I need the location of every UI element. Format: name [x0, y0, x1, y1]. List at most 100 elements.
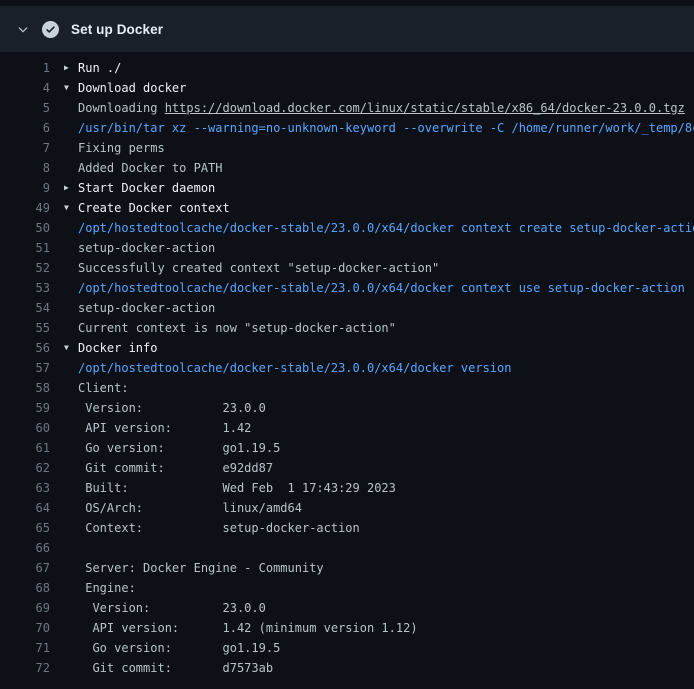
line-number[interactable]: 50: [0, 218, 50, 238]
line-number[interactable]: 67: [0, 558, 50, 578]
check-circle-icon: [42, 21, 59, 38]
log-line: 62 Git commit: e92dd87: [0, 458, 694, 478]
line-number[interactable]: 54: [0, 298, 50, 318]
gutter: [50, 598, 78, 618]
log-link[interactable]: https://download.docker.com/linux/static…: [165, 101, 685, 115]
log-line: 8 Added Docker to PATH: [0, 158, 694, 178]
gutter: [50, 558, 78, 578]
line-number[interactable]: 57: [0, 358, 50, 378]
log-line: 63 Built: Wed Feb 1 17:43:29 2023: [0, 478, 694, 498]
line-number[interactable]: 52: [0, 258, 50, 278]
gutter: [50, 258, 78, 278]
command-text: /usr/bin/tar xz --warning=no-unknown-key…: [78, 118, 694, 138]
line-number[interactable]: 64: [0, 498, 50, 518]
log-text: Client:: [78, 378, 129, 398]
log-line: 58 Client:: [0, 378, 694, 398]
gutter: [50, 278, 78, 298]
line-number[interactable]: 5: [0, 98, 50, 118]
log-line: 50/opt/hostedtoolcache/docker-stable/23.…: [0, 218, 694, 238]
line-number[interactable]: 8: [0, 158, 50, 178]
log-text: Server: Docker Engine - Community: [78, 558, 324, 578]
gutter: [50, 398, 78, 418]
command-text: /opt/hostedtoolcache/docker-stable/23.0.…: [78, 218, 694, 238]
line-number[interactable]: 56: [0, 338, 50, 358]
log-text: Context: setup-docker-action: [78, 518, 360, 538]
line-number[interactable]: 62: [0, 458, 50, 478]
log-line: 59 Version: 23.0.0: [0, 398, 694, 418]
line-number[interactable]: 68: [0, 578, 50, 598]
line-number[interactable]: 66: [0, 538, 50, 558]
chevron-down-icon[interactable]: [16, 22, 30, 36]
log-line: 53/opt/hostedtoolcache/docker-stable/23.…: [0, 278, 694, 298]
line-number[interactable]: 1: [0, 58, 50, 78]
line-number[interactable]: 61: [0, 438, 50, 458]
log-text: Version: 23.0.0: [78, 598, 266, 618]
log-content: 1▶Run ./4▼Download docker5Downloading ht…: [0, 52, 694, 678]
line-number[interactable]: 49: [0, 198, 50, 218]
line-number[interactable]: 60: [0, 418, 50, 438]
line-number[interactable]: 59: [0, 398, 50, 418]
line-number[interactable]: 4: [0, 78, 50, 98]
step-title: Set up Docker: [71, 22, 163, 37]
line-number[interactable]: 65: [0, 518, 50, 538]
gutter: [50, 218, 78, 238]
group-title[interactable]: Start Docker daemon: [78, 178, 215, 198]
group-title[interactable]: Run ./: [78, 58, 121, 78]
line-number[interactable]: 63: [0, 478, 50, 498]
gutter: [50, 158, 78, 178]
log-text: Successfully created context "setup-dock…: [78, 258, 439, 278]
log-text-with-link: Downloading https://download.docker.com/…: [78, 98, 685, 118]
gutter: [50, 538, 78, 558]
gutter: [50, 138, 78, 158]
step-header[interactable]: Set up Docker: [0, 6, 694, 52]
log-line: 70 API version: 1.42 (minimum version 1.…: [0, 618, 694, 638]
line-number[interactable]: 51: [0, 238, 50, 258]
line-number[interactable]: 70: [0, 618, 50, 638]
line-number[interactable]: 72: [0, 658, 50, 678]
line-number[interactable]: 9: [0, 178, 50, 198]
command-text: /opt/hostedtoolcache/docker-stable/23.0.…: [78, 358, 511, 378]
chevron-collapsed-icon[interactable]: ▶: [50, 58, 78, 78]
chevron-expanded-icon[interactable]: ▼: [50, 338, 78, 358]
chevron-expanded-icon[interactable]: ▼: [50, 198, 78, 218]
line-number[interactable]: 55: [0, 318, 50, 338]
gutter: [50, 98, 78, 118]
line-number[interactable]: 69: [0, 598, 50, 618]
log-text: Added Docker to PATH: [78, 158, 223, 178]
gutter: [50, 478, 78, 498]
log-text: Downloading: [78, 101, 165, 115]
group-title[interactable]: Create Docker context: [78, 198, 230, 218]
group-title[interactable]: Download docker: [78, 78, 186, 98]
chevron-collapsed-icon[interactable]: ▶: [50, 178, 78, 198]
log-line: 49▼Create Docker context: [0, 198, 694, 218]
gutter: [50, 418, 78, 438]
log-line: 71 Go version: go1.19.5: [0, 638, 694, 658]
line-number[interactable]: 6: [0, 118, 50, 138]
chevron-expanded-icon[interactable]: ▼: [50, 78, 78, 98]
gutter: [50, 578, 78, 598]
gutter: [50, 498, 78, 518]
line-number[interactable]: 58: [0, 378, 50, 398]
log-line: 54setup-docker-action: [0, 298, 694, 318]
log-text: API version: 1.42: [78, 418, 251, 438]
log-text: Current context is now "setup-docker-act…: [78, 318, 396, 338]
log-line: 69 Version: 23.0.0: [0, 598, 694, 618]
gutter: [50, 458, 78, 478]
log-line: 57/opt/hostedtoolcache/docker-stable/23.…: [0, 358, 694, 378]
gutter: [50, 518, 78, 538]
log-line: 6/usr/bin/tar xz --warning=no-unknown-ke…: [0, 118, 694, 138]
gutter: [50, 438, 78, 458]
log-text: setup-docker-action: [78, 238, 215, 258]
gutter: [50, 238, 78, 258]
gutter: [50, 378, 78, 398]
log-line: 51 setup-docker-action: [0, 238, 694, 258]
line-number[interactable]: 53: [0, 278, 50, 298]
line-number[interactable]: 71: [0, 638, 50, 658]
log-text: API version: 1.42 (minimum version 1.12): [78, 618, 418, 638]
gutter: [50, 318, 78, 338]
group-title[interactable]: Docker info: [78, 338, 157, 358]
gutter: [50, 618, 78, 638]
gutter: [50, 658, 78, 678]
log-line: 55 Current context is now "setup-docker-a…: [0, 318, 694, 338]
line-number[interactable]: 7: [0, 138, 50, 158]
